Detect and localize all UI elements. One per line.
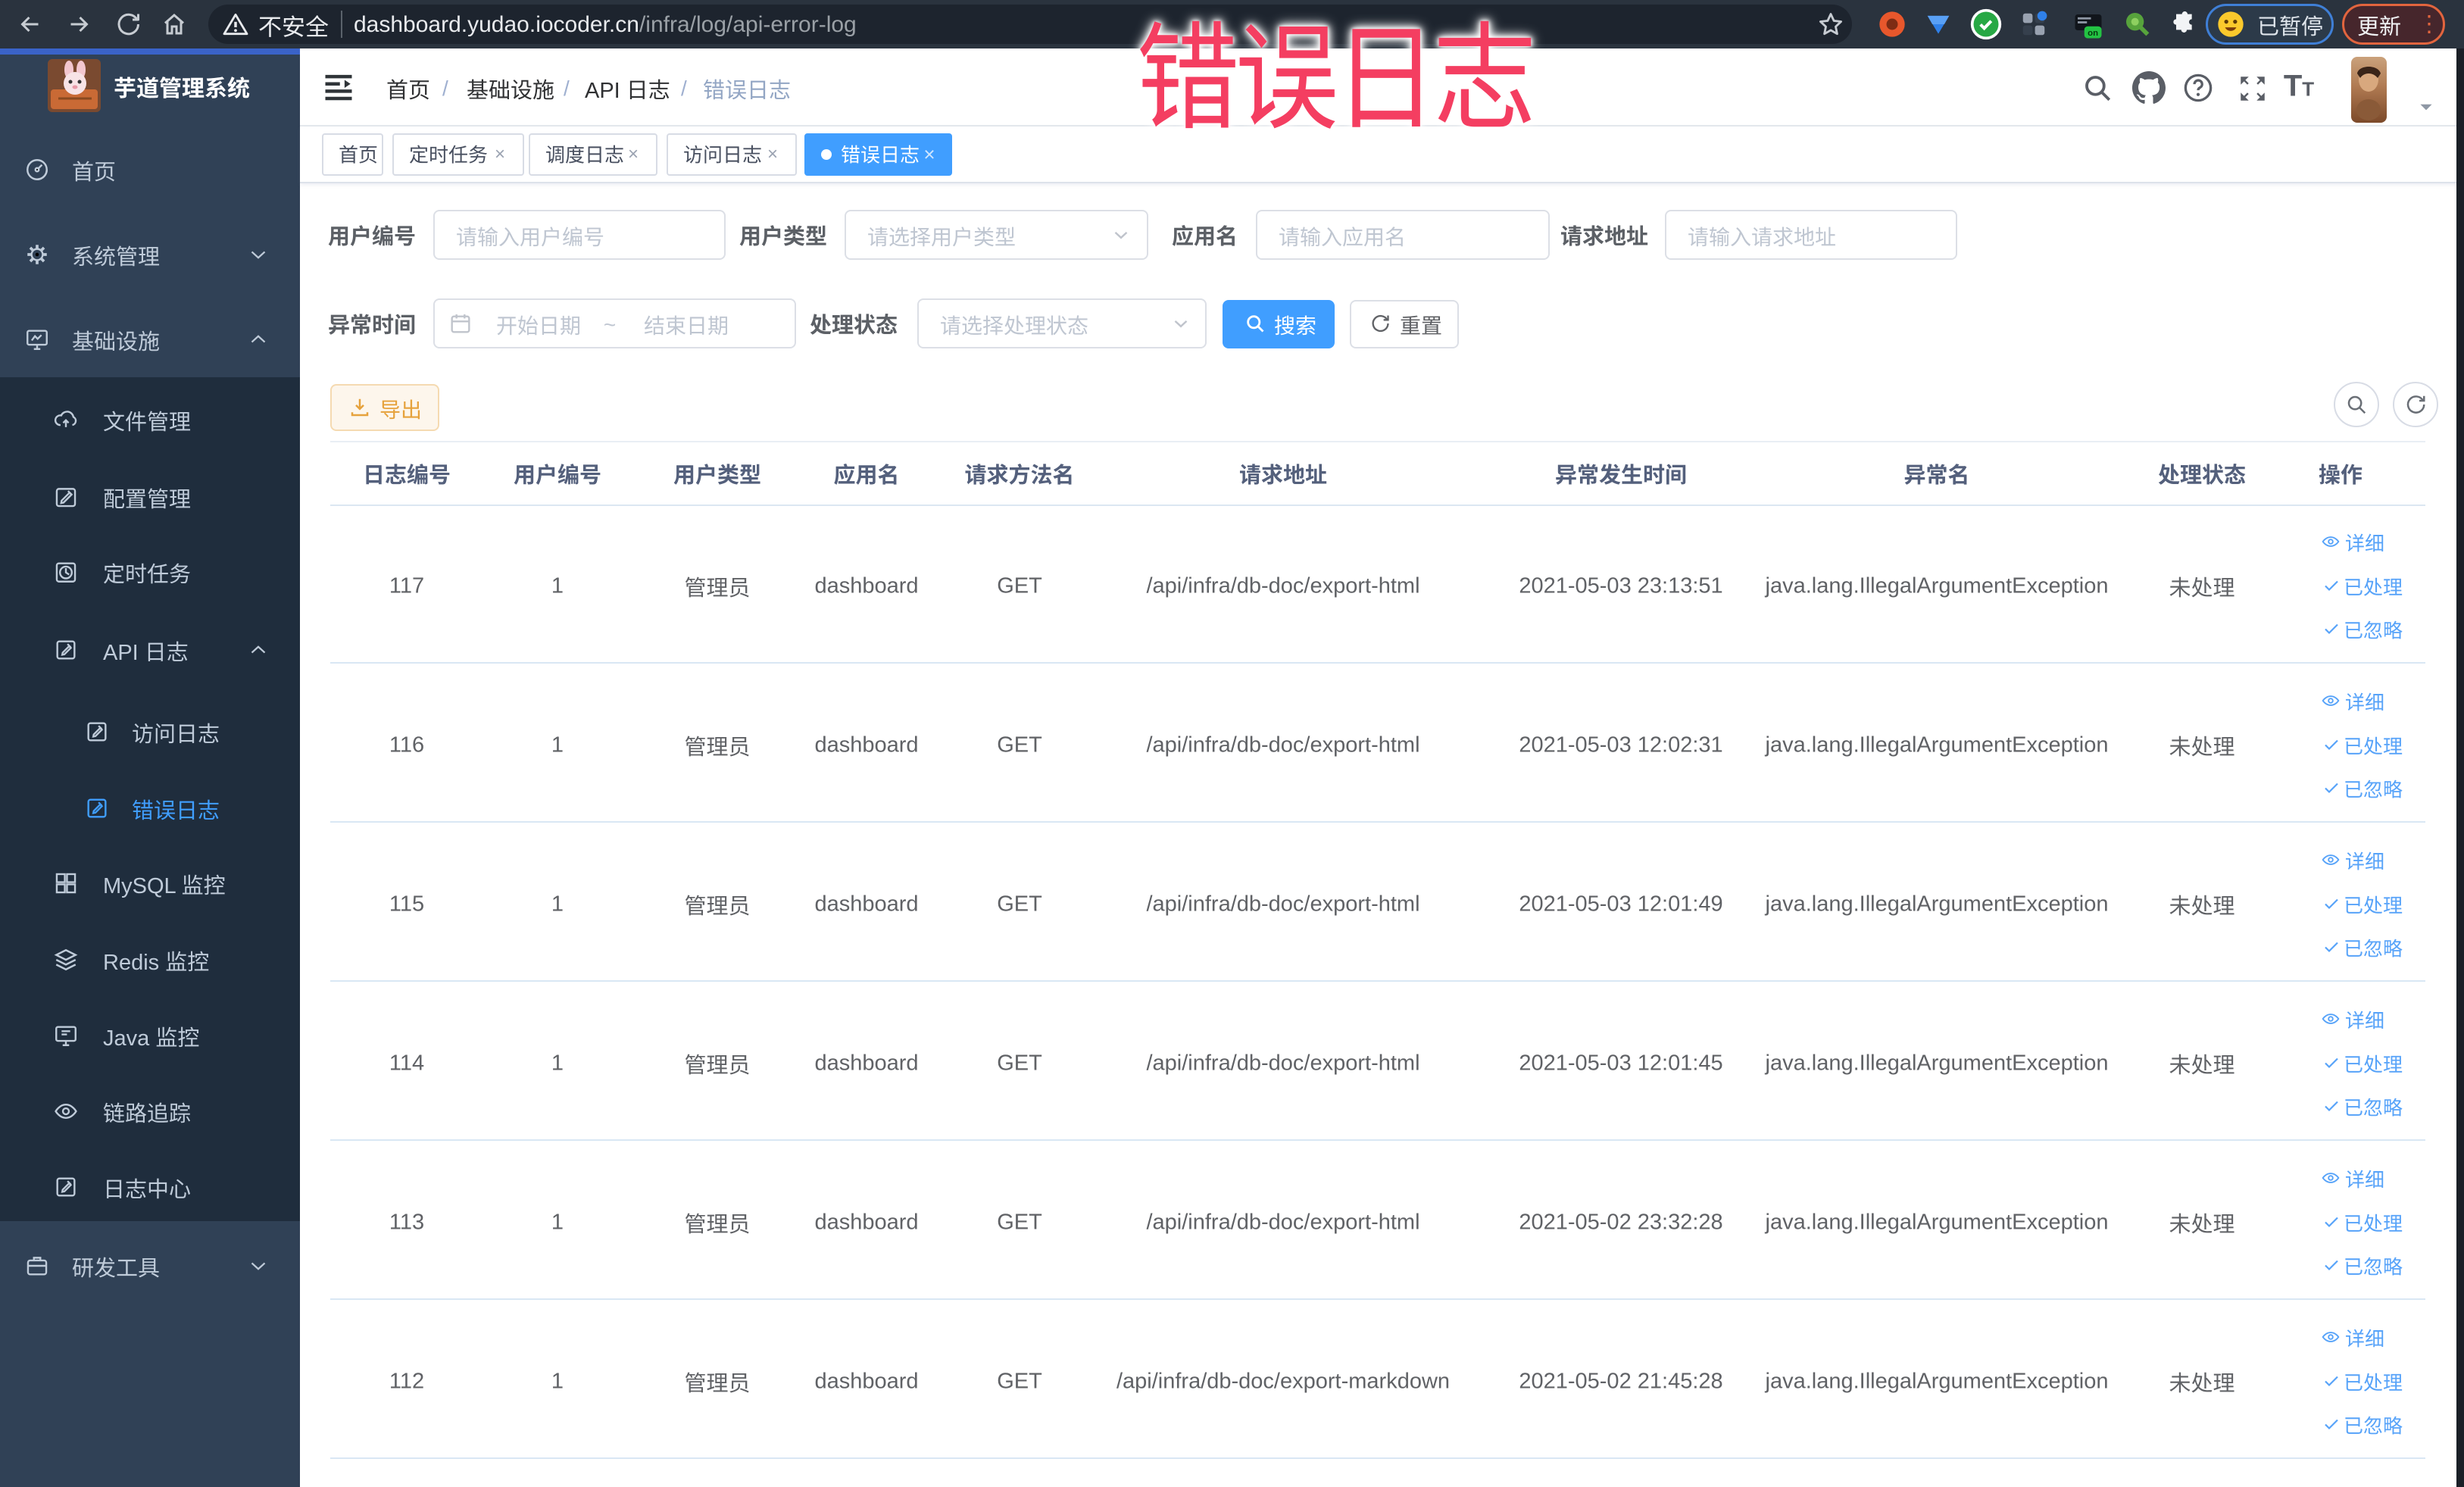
svg-text:on: on xyxy=(2088,29,2098,38)
